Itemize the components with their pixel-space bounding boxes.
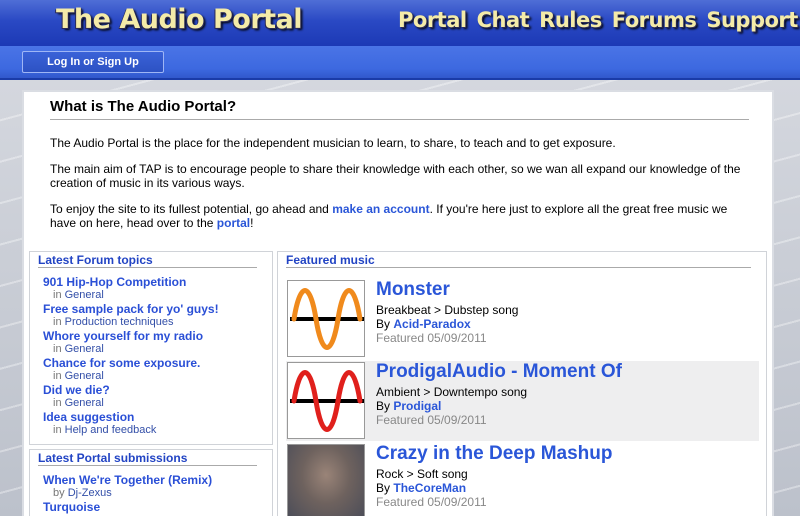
track-genre: Breakbeat > Dubstep song (376, 303, 519, 317)
track-artist-link[interactable]: Acid-Paradox (393, 317, 470, 331)
forum-topic-link[interactable]: 901 Hip-Hop Competition (43, 276, 186, 289)
login-signup-button[interactable]: Log In or Sign Up (22, 51, 164, 73)
submission-link[interactable]: When We're Together (Remix) (43, 474, 212, 487)
site-header: The Audio Portal Portal Chat Rules Forum… (0, 0, 800, 46)
intro-paragraph-1: The Audio Portal is the place for the in… (50, 136, 616, 150)
intro-title: What is The Audio Portal? (50, 98, 237, 115)
nav-forums[interactable]: Forums (612, 8, 697, 32)
forum-topic-link[interactable]: Did we die? (43, 384, 110, 397)
track-title-link[interactable]: Monster (376, 279, 450, 301)
main-content: What is The Audio Portal? The Audio Port… (22, 90, 774, 516)
waveform-icon (290, 370, 364, 432)
portal-submissions-panel: Latest Portal submissions When We're Tog… (29, 449, 273, 516)
featured-track: Crazy in the Deep Mashup Rock > Soft son… (286, 443, 759, 516)
track-artist-link[interactable]: TheCoreMan (393, 481, 466, 495)
submission-link[interactable]: Turquoise (43, 501, 100, 514)
nav-chat[interactable]: Chat (477, 8, 530, 32)
forum-category-link[interactable]: General (65, 289, 104, 301)
waveform-icon (290, 288, 364, 350)
featured-music-divider (286, 267, 751, 268)
forum-category-link[interactable]: General (65, 370, 104, 382)
submission-artist-link[interactable]: Dj-Zexus (68, 487, 112, 499)
track-featured-date: Featured 05/09/2011 (376, 331, 487, 345)
forum-topics-title: Latest Forum topics (38, 253, 153, 267)
track-artwork[interactable] (287, 362, 365, 439)
forum-topic-link[interactable]: Idea suggestion (43, 411, 156, 424)
submission-item: When We're Together (Remix) by Dj-Zexus (43, 473, 213, 500)
forum-topic-link[interactable]: Free sample pack for yo' guys! (43, 303, 219, 316)
forum-category-link[interactable]: Help and feedback (65, 424, 157, 436)
forum-category-link[interactable]: Production techniques (65, 316, 174, 328)
intro-paragraph-3: To enjoy the site to its fullest potenti… (50, 202, 728, 230)
forum-category-link[interactable]: General (65, 397, 104, 409)
site-logo[interactable]: The Audio Portal (56, 4, 303, 35)
nav-rules[interactable]: Rules (539, 8, 602, 32)
track-title-link[interactable]: Crazy in the Deep Mashup (376, 443, 613, 465)
portal-submissions-divider (38, 465, 257, 466)
track-title-link[interactable]: ProdigalAudio - Moment Of (376, 361, 622, 383)
forum-topic-item: 901 Hip-Hop Competition in General (43, 275, 187, 302)
track-genre: Rock > Soft song (376, 467, 468, 481)
track-artwork[interactable] (287, 444, 365, 516)
forum-topic-link[interactable]: Whore yourself for my radio (43, 330, 203, 343)
featured-music-panel: Featured music Monster Breakbeat > Dubst… (277, 251, 767, 516)
track-artist-link[interactable]: Prodigal (393, 399, 441, 413)
forum-topic-item: Idea suggestion in Help and feedback (43, 410, 157, 437)
forum-category-link[interactable]: General (65, 343, 104, 355)
top-nav: Portal Chat Rules Forums Support (398, 8, 800, 32)
intro-divider (50, 119, 749, 120)
track-featured-date: Featured 05/09/2011 (376, 495, 487, 509)
make-account-link[interactable]: make an account (332, 202, 429, 216)
featured-track: ProdigalAudio - Moment Of Ambient > Down… (286, 361, 759, 441)
nav-portal[interactable]: Portal (398, 8, 467, 32)
forum-topic-item: Whore yourself for my radio in General (43, 329, 204, 356)
forum-topics-divider (38, 267, 257, 268)
track-genre: Ambient > Downtempo song (376, 385, 528, 399)
track-artwork[interactable] (287, 280, 365, 357)
nav-support[interactable]: Support (706, 8, 798, 32)
portal-submissions-title: Latest Portal submissions (38, 451, 188, 465)
featured-track: Monster Breakbeat > Dubstep song By Acid… (286, 279, 759, 359)
featured-music-title: Featured music (286, 253, 375, 267)
track-featured-date: Featured 05/09/2011 (376, 413, 487, 427)
intro-paragraph-2: The main aim of TAP is to encourage peop… (50, 162, 741, 190)
forum-topic-item: Free sample pack for yo' guys! in Produc… (43, 302, 219, 329)
submission-item: Turquoise (43, 501, 100, 514)
forum-topic-item: Chance for some exposure. in General (43, 356, 201, 383)
forum-topics-panel: Latest Forum topics 901 Hip-Hop Competit… (29, 251, 273, 445)
forum-topic-item: Did we die? in General (43, 383, 110, 410)
portal-link[interactable]: portal (217, 216, 250, 230)
sub-bar: Log In or Sign Up (0, 46, 800, 80)
forum-topic-link[interactable]: Chance for some exposure. (43, 357, 200, 370)
